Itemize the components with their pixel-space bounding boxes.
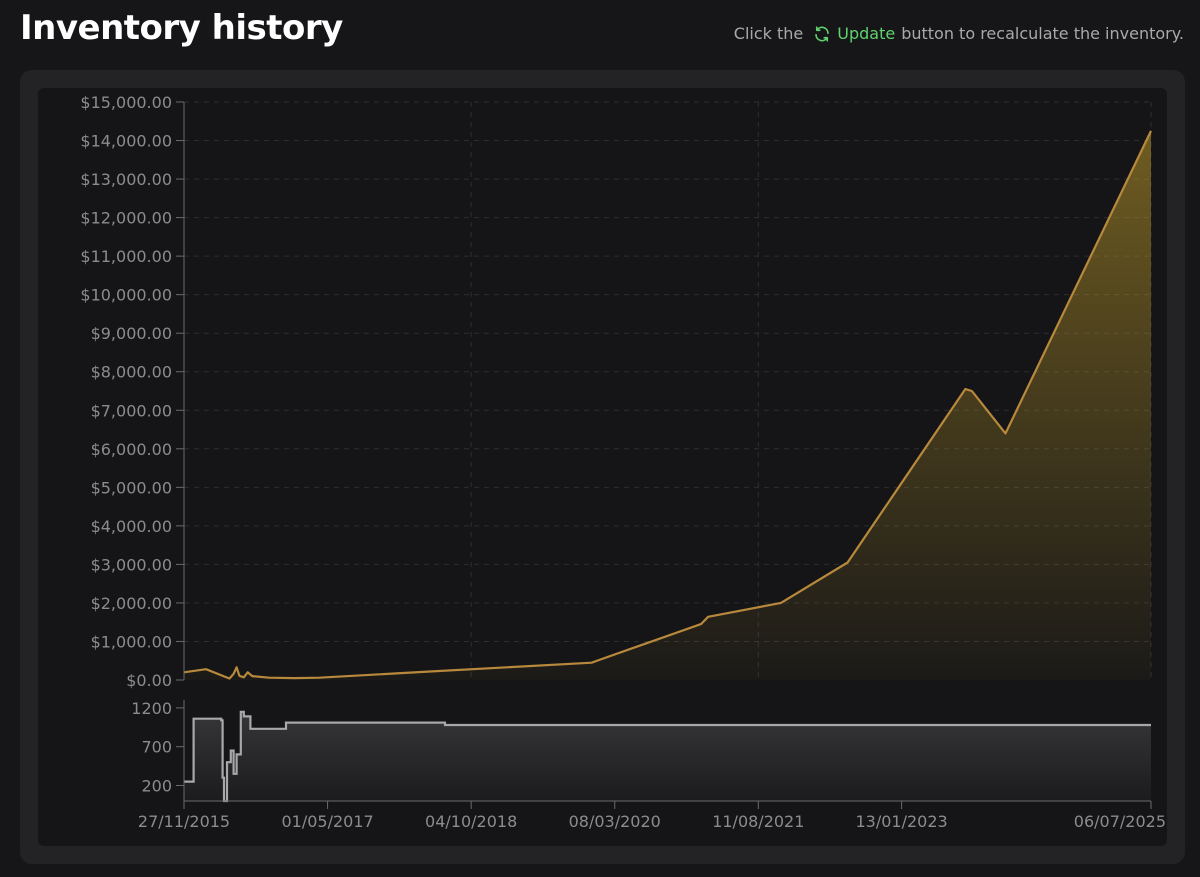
value-y-tick-label: $12,000.00 [80, 209, 172, 228]
x-tick-label: 11/08/2021 [712, 812, 804, 831]
value-y-tick-label: $6,000.00 [91, 440, 172, 459]
x-tick-label: 08/03/2020 [569, 812, 661, 831]
value-y-tick-label: $9,000.00 [91, 324, 172, 343]
quantity-y-tick-label: 700 [141, 738, 172, 757]
value-y-tick-label: $1,000.00 [91, 632, 172, 651]
value-area-fill [184, 130, 1151, 680]
value-y-tick-label: $7,000.00 [91, 401, 172, 420]
quantity-y-tick-label: 1200 [131, 699, 172, 718]
value-y-tick-label: $4,000.00 [91, 517, 172, 536]
quantity-series [184, 710, 1151, 803]
x-tick-label: 04/10/2018 [425, 812, 517, 831]
value-y-tick-label: $15,000.00 [80, 93, 172, 112]
value-y-tick-label: $3,000.00 [91, 555, 172, 574]
value-y-tick-label: $13,000.00 [80, 170, 172, 189]
value-y-tick-label: $0.00 [126, 671, 172, 690]
value-y-tick-label: $2,000.00 [91, 594, 172, 613]
value-area [183, 130, 1152, 680]
value-y-tick-label: $8,000.00 [91, 363, 172, 382]
value-y-tick-label: $11,000.00 [80, 247, 172, 266]
quantity-y-tick-label: 200 [141, 776, 172, 795]
x-tick-label: 27/11/2015 [138, 812, 230, 831]
value-y-tick-label: $14,000.00 [80, 132, 172, 151]
x-tick-label: 13/01/2023 [855, 812, 947, 831]
value-y-tick-label: $5,000.00 [91, 478, 172, 497]
value-y-tick-label: $10,000.00 [80, 286, 172, 305]
x-tick-label: 06/07/2025 [1074, 812, 1166, 831]
x-tick-label: 01/05/2017 [281, 812, 373, 831]
inventory-chart: $0.00 $1,000.00 $2,000.00 $3,000.00 $4,000.0… [80, 93, 1166, 831]
